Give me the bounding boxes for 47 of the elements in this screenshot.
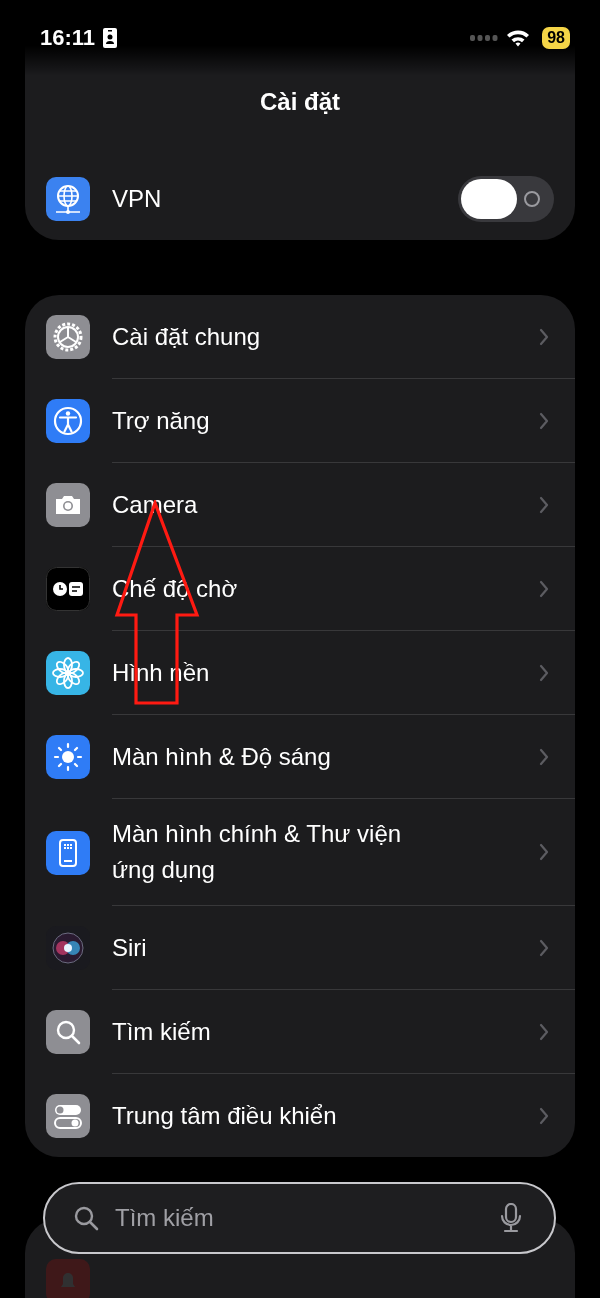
settings-row[interactable]: Màn hình & Độ sáng xyxy=(25,715,575,799)
row-label: Trợ năng xyxy=(112,405,211,436)
row-label: Màn hình & Độ sáng xyxy=(112,741,332,772)
page-title: Cài đặt xyxy=(259,88,341,116)
search-icon xyxy=(73,1205,99,1231)
row-label: Cài đặt chung xyxy=(112,321,262,352)
chevron-icon xyxy=(539,843,549,861)
settings-row[interactable]: Tìm kiếm xyxy=(25,990,575,1074)
camera-icon xyxy=(46,483,90,527)
sun-icon xyxy=(46,735,90,779)
id-card-icon xyxy=(103,28,118,48)
chevron-icon xyxy=(539,495,549,514)
row-label: VPN xyxy=(112,183,163,214)
phone-icon xyxy=(46,830,90,875)
signal-icon xyxy=(470,35,499,41)
microphone-icon[interactable] xyxy=(500,1203,522,1233)
gear-icon xyxy=(46,315,90,359)
chevron-icon xyxy=(539,1106,549,1125)
search-field[interactable]: Tìm kiếm xyxy=(43,1182,556,1254)
bell-icon xyxy=(46,1259,90,1298)
chevron-icon xyxy=(539,327,549,346)
settings-row[interactable]: VPN xyxy=(25,157,575,240)
settings-row[interactable]: Trung tâm điều khiển xyxy=(25,1074,575,1157)
chevron-icon xyxy=(539,411,549,430)
settings-row[interactable]: Cài đặt chung xyxy=(25,295,575,379)
settings-row[interactable]: Màn hình chính & Thư viện ứng dụng xyxy=(25,799,575,906)
chevron-icon xyxy=(539,1022,549,1041)
row-label: Tìm kiếm xyxy=(112,1016,212,1047)
clock-time: 16:11 xyxy=(40,25,96,51)
search-icon xyxy=(46,1010,90,1054)
flower-icon xyxy=(46,651,90,695)
chevron-icon xyxy=(539,663,549,682)
switches-icon xyxy=(46,1093,90,1138)
chevron-icon xyxy=(539,579,549,598)
toggle-switch[interactable] xyxy=(458,175,554,222)
clock-icon xyxy=(46,567,90,611)
wifi-icon xyxy=(506,29,531,47)
globe-icon xyxy=(46,176,90,221)
row-label: Màn hình chính & Thư viện ứng dụng xyxy=(112,819,403,885)
row-label: Trung tâm điều khiển xyxy=(112,1100,338,1131)
accessibility-icon xyxy=(46,399,90,443)
chevron-icon xyxy=(539,938,549,957)
battery-level: 98 xyxy=(542,27,570,49)
settings-row[interactable]: Trợ năng xyxy=(25,379,575,463)
chevron-icon xyxy=(539,747,549,766)
settings-row[interactable]: Siri xyxy=(25,906,575,990)
row-label: Siri xyxy=(112,932,148,963)
